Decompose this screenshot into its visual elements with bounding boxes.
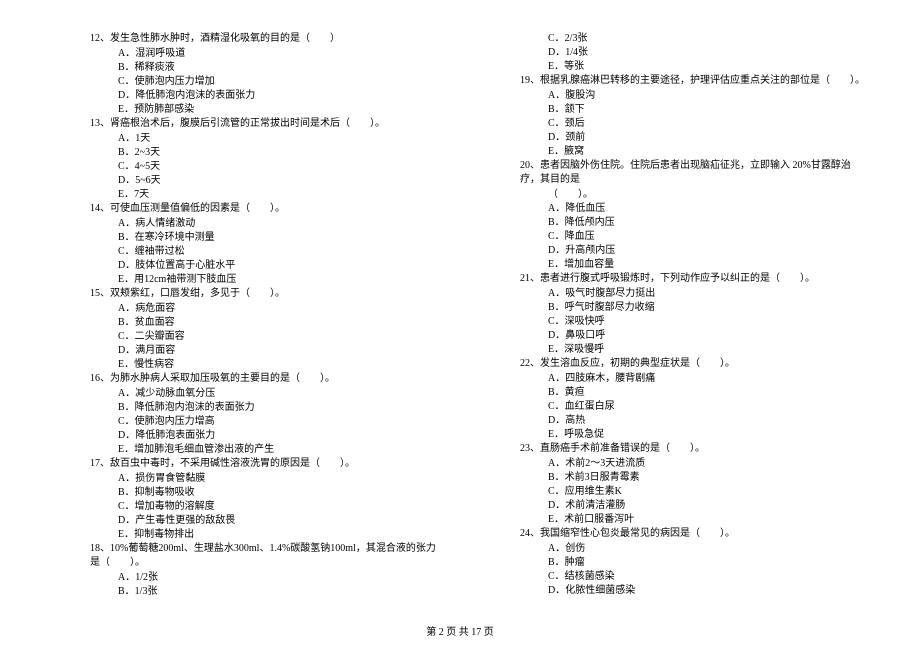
option: A．1/2张 xyxy=(90,571,440,585)
question-stem: 14、可使血压测量值偏低的因素是（ ）。 xyxy=(90,202,440,216)
option: D．术前清洁灌肠 xyxy=(520,499,870,513)
question-stem: 17、敌百虫中毒时，不采用碱性溶液洗胃的原因是（ ）。 xyxy=(90,457,440,471)
question-text: 15、双颊紫红，口唇发绀，多见于（ ）。 xyxy=(90,288,285,299)
question-stem: 21、患者进行腹式呼吸锻炼时，下列动作应予以纠正的是（ ）。 xyxy=(520,272,870,286)
question-text: 18、10%葡萄糖200ml、生理盐水300ml、1.4%碳酸氢钠100ml，其… xyxy=(90,543,436,568)
question-stem: 13、肾癌根治术后，腹膜后引流管的正常拔出时间是术后（ ）。 xyxy=(90,117,440,131)
option: D．产生毒性更强的敌敌畏 xyxy=(90,514,440,528)
question-stem: 16、为肺水肿病人采取加压吸氧的主要目的是（ ）。 xyxy=(90,372,440,386)
option: E．预防肺部感染 xyxy=(90,103,440,117)
option: B．肿瘤 xyxy=(520,556,870,570)
option: E．7天 xyxy=(90,188,440,202)
question-stem: 20、患者因脑外伤住院。住院后患者出现脑疝征兆，立即输入 20%甘露醇治疗，其目… xyxy=(520,159,870,187)
question-text: 24、我国缩窄性心包炎最常见的病因是（ ）。 xyxy=(520,528,735,539)
question-stem: 12、发生急性肺水肿时，酒精湿化吸氧的目的是（ ） xyxy=(90,32,440,46)
option: A．减少动脉血氧分压 xyxy=(90,387,440,401)
option: A．损伤胃食管黏膜 xyxy=(90,472,440,486)
option: C．应用维生素K xyxy=(520,485,870,499)
option: B．贫血面容 xyxy=(90,316,440,330)
option: D．5~6天 xyxy=(90,174,440,188)
option: D．升高颅内压 xyxy=(520,244,870,258)
option: A．病危面容 xyxy=(90,302,440,316)
question-text: 12、发生急性肺水肿时，酒精湿化吸氧的目的是（ ） xyxy=(90,33,340,44)
option: C．使肺泡内压力增高 xyxy=(90,415,440,429)
question-text: 22、发生溶血反应，初期的典型症状是（ ）。 xyxy=(520,358,735,369)
option: E．抑制毒物排出 xyxy=(90,528,440,542)
question-stem: 22、发生溶血反应，初期的典型症状是（ ）。 xyxy=(520,357,870,371)
option: D．满月面容 xyxy=(90,344,440,358)
option: C．血红蛋白尿 xyxy=(520,400,870,414)
option: C．使肺泡内压力增加 xyxy=(90,75,440,89)
option: D．鼻吸口呼 xyxy=(520,329,870,343)
option: C．2/3张 xyxy=(520,32,870,46)
two-column-layout: 12、发生急性肺水肿时，酒精湿化吸氧的目的是（ ）A．湿润呼吸道B．稀释痰液C．… xyxy=(0,32,920,599)
option: B．降低颅内压 xyxy=(520,216,870,230)
option: A．湿润呼吸道 xyxy=(90,47,440,61)
option: A．四肢麻木，腰背剧痛 xyxy=(520,372,870,386)
option: B．黄疸 xyxy=(520,386,870,400)
question-stem: 23、直肠癌手术前准备错误的是（ ）。 xyxy=(520,442,870,456)
option: B．1/3张 xyxy=(90,585,440,599)
option: E．增加血容量 xyxy=(520,258,870,272)
option: E．呼吸急促 xyxy=(520,428,870,442)
option: A．吸气时腹部尽力挺出 xyxy=(520,287,870,301)
option: E．慢性病容 xyxy=(90,358,440,372)
option: B．稀释痰液 xyxy=(90,61,440,75)
option: C．增加毒物的溶解度 xyxy=(90,500,440,514)
question-text: 13、肾癌根治术后，腹膜后引流管的正常拔出时间是术后（ ）。 xyxy=(90,118,385,129)
option: E．等张 xyxy=(520,60,870,74)
option: E．术前口服番泻叶 xyxy=(520,513,870,527)
option: D．颈前 xyxy=(520,131,870,145)
option: B．颔下 xyxy=(520,103,870,117)
question-text: 17、敌百虫中毒时，不采用碱性溶液洗胃的原因是（ ）。 xyxy=(90,458,355,469)
option: D．降低肺泡内泡沫的表面张力 xyxy=(90,89,440,103)
option: E．腋窝 xyxy=(520,145,870,159)
question-text: 14、可使血压测量值偏低的因素是（ ）。 xyxy=(90,203,285,214)
option: D．高热 xyxy=(520,414,870,428)
question-text: 16、为肺水肿病人采取加压吸氧的主要目的是（ ）。 xyxy=(90,373,335,384)
option: B．术前3日服青霉素 xyxy=(520,471,870,485)
question-stem: 15、双颊紫红，口唇发绀，多见于（ ）。 xyxy=(90,287,440,301)
right-column: C．2/3张D．1/4张E．等张19、根据乳腺癌淋巴转移的主要途径，护理评估应重… xyxy=(520,32,870,599)
option: B．呼气时腹部尽力收缩 xyxy=(520,301,870,315)
option: E．深吸慢呼 xyxy=(520,343,870,357)
option: C．降血压 xyxy=(520,230,870,244)
page-footer: 第 2 页 共 17 页 xyxy=(0,623,920,638)
question-stem: 24、我国缩窄性心包炎最常见的病因是（ ）。 xyxy=(520,527,870,541)
option: B．降低肺泡内泡沫的表面张力 xyxy=(90,401,440,415)
option: B．抑制毒物吸收 xyxy=(90,486,440,500)
option: B．2~3天 xyxy=(90,146,440,160)
option: C．缠袖带过松 xyxy=(90,245,440,259)
option: D．化脓性细菌感染 xyxy=(520,584,870,598)
option: A．创伤 xyxy=(520,542,870,556)
option: D．肢体位置高于心脏水平 xyxy=(90,259,440,273)
option: C．二尖瓣面容 xyxy=(90,330,440,344)
question-stem: 19、根据乳腺癌淋巴转移的主要途径，护理评估应重点关注的部位是（ ）。 xyxy=(520,74,870,88)
question-text: 23、直肠癌手术前准备错误的是（ ）。 xyxy=(520,443,705,454)
option: E．用12cm袖带测下肢血压 xyxy=(90,273,440,287)
option: B．在寒冷环境中测量 xyxy=(90,231,440,245)
option: C．深吸快呼 xyxy=(520,315,870,329)
left-column: 12、发生急性肺水肿时，酒精湿化吸氧的目的是（ ）A．湿润呼吸道B．稀释痰液C．… xyxy=(90,32,440,599)
question-continuation: （ ）。 xyxy=(520,188,870,202)
option: A．术前2～3天进流质 xyxy=(520,457,870,471)
question-text: 19、根据乳腺癌淋巴转移的主要途径，护理评估应重点关注的部位是（ ）。 xyxy=(520,75,865,86)
option: A．降低血压 xyxy=(520,202,870,216)
option: E．增加肺泡毛细血管渗出液的产生 xyxy=(90,443,440,457)
option: D．1/4张 xyxy=(520,46,870,60)
question-text: 20、患者因脑外伤住院。住院后患者出现脑疝征兆，立即输入 20%甘露醇治疗，其目… xyxy=(520,160,851,185)
option: C．结核菌感染 xyxy=(520,570,870,584)
option: C．颈后 xyxy=(520,117,870,131)
option: D．降低肺泡表面张力 xyxy=(90,429,440,443)
question-stem: 18、10%葡萄糖200ml、生理盐水300ml、1.4%碳酸氢钠100ml，其… xyxy=(90,542,440,570)
option: C．4~5天 xyxy=(90,160,440,174)
option: A．腹股沟 xyxy=(520,89,870,103)
question-text: 21、患者进行腹式呼吸锻炼时，下列动作应予以纠正的是（ ）。 xyxy=(520,273,815,284)
option: A．病人情绪激动 xyxy=(90,217,440,231)
option: A．1天 xyxy=(90,132,440,146)
